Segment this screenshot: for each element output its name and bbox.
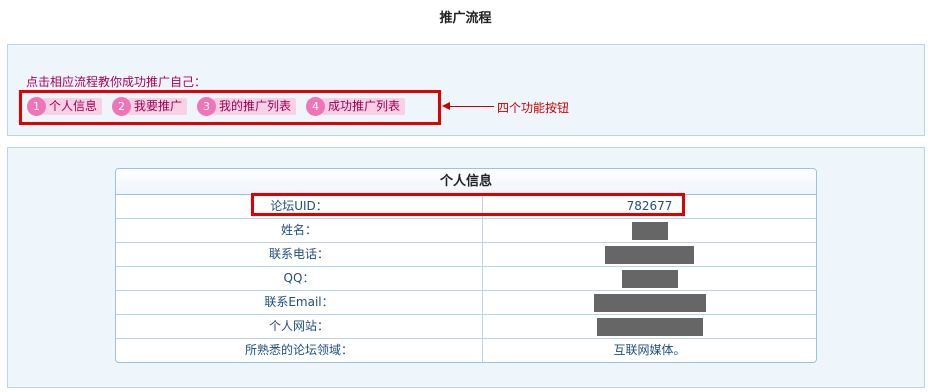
field-label: 个人网站：: [116, 315, 483, 338]
redacted-block: [596, 317, 703, 336]
qq-value: [483, 267, 816, 290]
annotation-label: 四个功能按钮: [497, 101, 570, 115]
redacted-block: [605, 245, 694, 264]
forum-field-value: 互联网媒体。: [613, 343, 686, 357]
field-label: 所熟悉的论坛领域：: [116, 339, 483, 362]
annotation-arrow-line: [444, 106, 494, 107]
redacted-block: [593, 293, 706, 312]
website-value: [483, 315, 816, 338]
redacted-block: [631, 221, 668, 240]
phone-value: [483, 243, 816, 266]
field-label: 联系电话：: [116, 243, 483, 266]
email-value: [483, 291, 816, 314]
annotation-box-steps: [19, 90, 441, 125]
table-row: 姓名：: [116, 219, 816, 243]
intro-text: 点击相应流程教你成功推广自己：: [26, 75, 207, 89]
name-value: [483, 219, 816, 242]
table-row: QQ：: [116, 267, 816, 291]
step-number-badge: 4: [306, 96, 326, 116]
field-label: 姓名：: [116, 219, 483, 242]
table-row: 联系电话：: [116, 243, 816, 267]
field-label: QQ：: [116, 267, 483, 290]
page-title: 推广流程: [439, 11, 492, 26]
annotation-box-uid: [251, 193, 685, 216]
table-row: 所熟悉的论坛领域： 互联网媒体。: [116, 339, 816, 362]
table-row: 个人网站：: [116, 315, 816, 339]
redacted-block: [621, 269, 678, 288]
step-number-badge: 1: [27, 96, 46, 116]
step-number-badge: 3: [197, 96, 217, 116]
table-row: 联系Email：: [116, 291, 816, 315]
table-title: 个人信息: [116, 169, 816, 195]
annotation-arrow-head-icon: [442, 102, 450, 110]
step-number-badge: 2: [112, 96, 132, 116]
field-label: 联系Email：: [116, 291, 483, 314]
